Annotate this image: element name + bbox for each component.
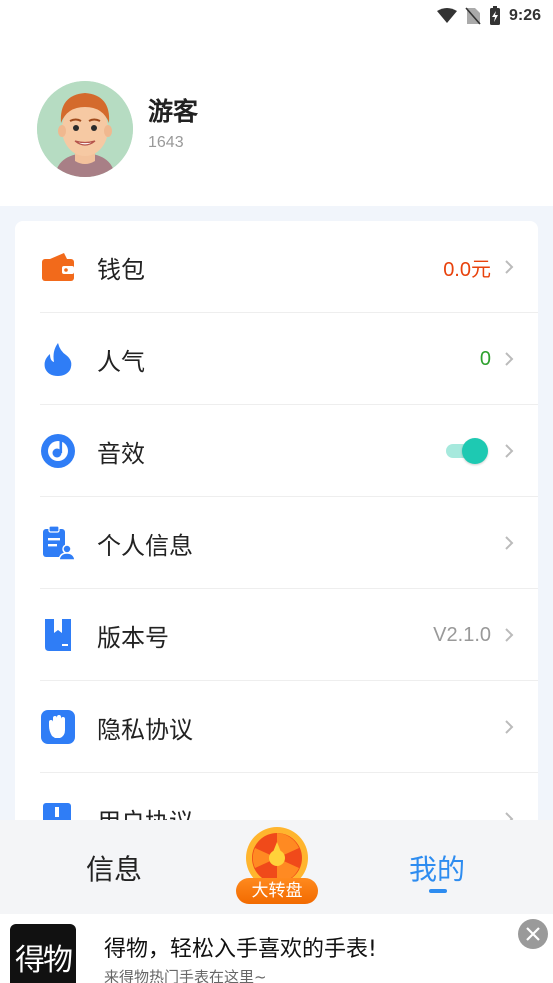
music-disc-icon [40, 433, 76, 469]
chevron-right-icon [505, 536, 514, 550]
ad-subtitle: 来得物热门手表在这里~ [104, 968, 267, 983]
menu-label: 用户协议 [97, 802, 193, 822]
menu-item-sound[interactable]: 音效 [15, 405, 538, 497]
menu-item-privacy-policy[interactable]: 隐私协议 [15, 681, 538, 773]
version-value: V2.1.0 [433, 623, 491, 646]
bottom-nav: 信息 大转盘 我的 [0, 820, 553, 914]
battery-charging-icon [489, 6, 501, 26]
wallet-icon [40, 249, 76, 285]
menu-item-personal-info[interactable]: 个人信息 [15, 497, 538, 589]
ad-close-button[interactable] [518, 919, 548, 949]
profile-clipboard-icon [40, 525, 76, 561]
menu-label: 隐私协议 [97, 715, 193, 744]
user-id: 1643 [148, 134, 184, 151]
chevron-right-icon [505, 628, 514, 642]
menu-label: 钱包 [97, 255, 145, 284]
menu-label: 版本号 [97, 623, 169, 652]
chevron-right-icon [505, 352, 514, 366]
menu-item-version[interactable]: 版本号 V2.1.0 [15, 589, 538, 681]
settings-card: 钱包 0.0元 人气 0 音效 个人信息 版本号 V2.1.0 隐私协议 [15, 221, 538, 821]
avatar[interactable] [37, 81, 133, 177]
menu-item-wallet[interactable]: 钱包 0.0元 [15, 221, 538, 313]
menu-label: 音效 [97, 439, 145, 468]
document-icon [40, 801, 76, 821]
ad-title: 得物，轻松入手喜欢的手表! [104, 937, 377, 962]
nav-tab-info[interactable]: 信息 [86, 848, 142, 888]
chevron-right-icon [505, 720, 514, 734]
hand-icon [40, 709, 76, 745]
sound-toggle[interactable] [446, 437, 488, 465]
menu-label: 个人信息 [97, 531, 193, 560]
menu-label: 人气 [97, 347, 145, 376]
flame-icon [40, 341, 76, 377]
bookmark-book-icon [40, 617, 76, 653]
no-sim-icon [465, 7, 481, 25]
lucky-wheel-label: 大转盘 [236, 878, 318, 904]
close-icon [526, 927, 540, 941]
profile-header: 游客 1643 [0, 32, 553, 206]
ad-banner[interactable]: 得物 得物，轻松入手喜欢的手表! 来得物热门手表在这里~ [0, 914, 553, 983]
status-bar: 9:26 [0, 0, 553, 32]
username: 游客 [148, 97, 199, 126]
status-time: 9:26 [508, 7, 541, 24]
popularity-value: 0 [479, 347, 491, 370]
chevron-right-icon [505, 444, 514, 458]
menu-item-popularity[interactable]: 人气 0 [15, 313, 538, 405]
chevron-right-icon [505, 260, 514, 274]
active-tab-indicator [429, 889, 447, 893]
wifi-icon [436, 8, 457, 24]
lucky-wheel-button[interactable]: 大转盘 [236, 826, 318, 904]
menu-item-user-agreement[interactable]: 用户协议 [15, 773, 538, 821]
nav-tab-mine[interactable]: 我的 [409, 848, 465, 888]
wallet-balance: 0.0元 [443, 258, 491, 281]
ad-logo: 得物 [10, 924, 76, 983]
